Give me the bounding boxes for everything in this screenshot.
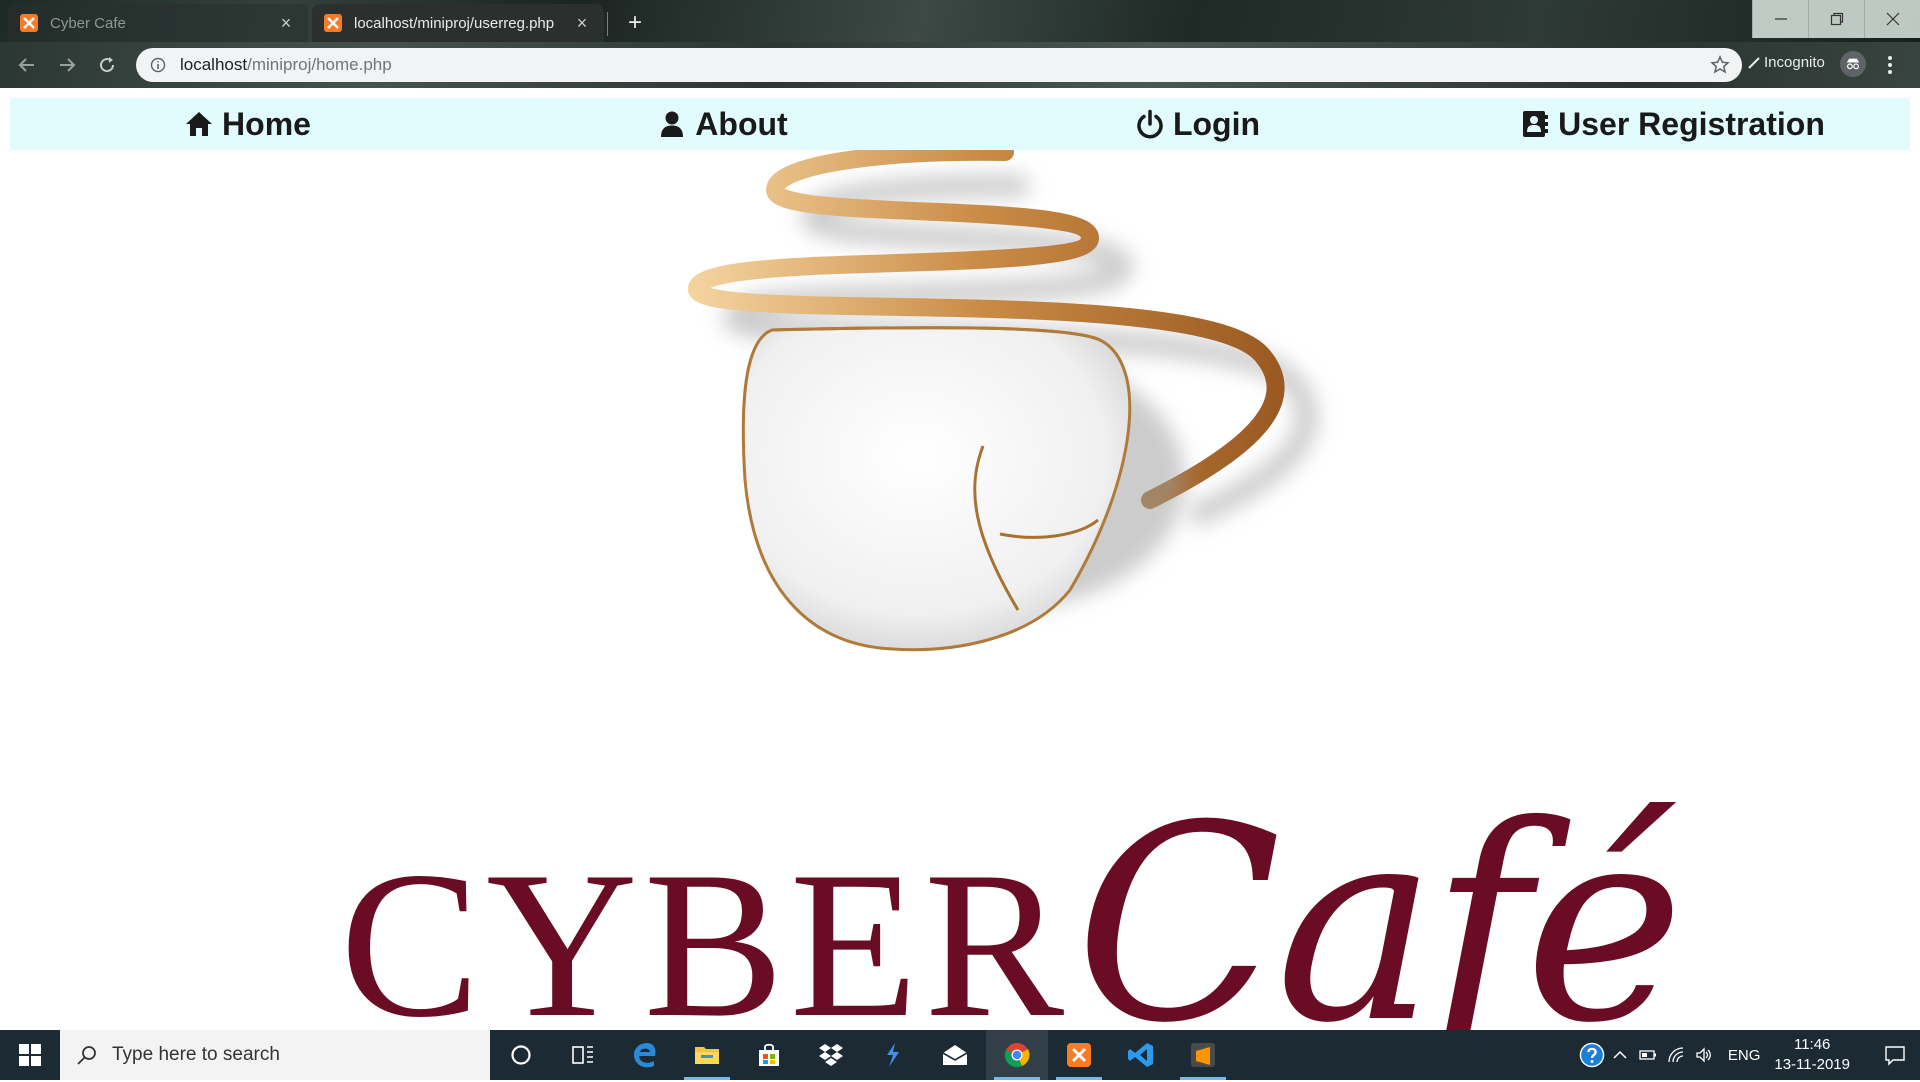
- home-icon: [186, 112, 213, 136]
- task-view-button[interactable]: [552, 1030, 614, 1080]
- battery-icon: [1639, 1050, 1656, 1060]
- wifi-icon: [1668, 1047, 1683, 1063]
- clock-time: 11:46: [1793, 1036, 1831, 1053]
- arrow-right-icon: [60, 58, 76, 72]
- taskbar-clock[interactable]: 11:46 13-11-2019: [1774, 1035, 1850, 1075]
- xampp-icon: [20, 14, 38, 32]
- xampp-button[interactable]: [1048, 1030, 1110, 1080]
- tab-title: Cyber Cafe: [50, 14, 126, 32]
- nav-home-label: Home: [222, 105, 311, 142]
- cyber-cafe-logo: CYBER Café: [0, 150, 1920, 1060]
- contact-card-icon: [1523, 111, 1549, 137]
- nav-login-label: Login: [1172, 105, 1261, 142]
- notification-icon: [1885, 1046, 1905, 1066]
- windows-taskbar: Type here to search ENG 11:46 13-11-2019: [0, 1030, 1920, 1080]
- file-explorer-icon: [695, 1047, 719, 1064]
- incognito-label: Incognito: [1764, 54, 1825, 71]
- windows-logo-icon: [19, 1044, 41, 1066]
- volume-button[interactable]: [1690, 1030, 1718, 1080]
- search-icon: [77, 1046, 96, 1065]
- speaker-icon: [1696, 1047, 1711, 1063]
- vscode-button[interactable]: [1110, 1030, 1172, 1080]
- close-window-button[interactable]: [1864, 0, 1920, 38]
- search-placeholder: Type here to search: [112, 1044, 280, 1065]
- battery-button[interactable]: [1634, 1030, 1662, 1080]
- minimize-button[interactable]: [1752, 0, 1808, 38]
- bookmark-star-icon[interactable]: [1710, 55, 1730, 75]
- close-icon[interactable]: ×: [572, 13, 592, 34]
- chrome-button[interactable]: [986, 1030, 1048, 1080]
- help-button[interactable]: [1578, 1030, 1606, 1080]
- incognito-hat-icon: [1748, 56, 1760, 69]
- taskbar-search-input[interactable]: Type here to search: [60, 1030, 490, 1080]
- nav-login-link[interactable]: Login: [960, 98, 1435, 150]
- new-tab-button[interactable]: +: [620, 8, 650, 38]
- vscode-icon: [1128, 1043, 1153, 1067]
- restore-button[interactable]: [1808, 0, 1864, 38]
- nav-home-link[interactable]: Home: [10, 98, 485, 150]
- chrome-icon: [1004, 1043, 1030, 1068]
- xampp-icon: [1067, 1043, 1091, 1067]
- minimize-icon: [1774, 18, 1787, 20]
- menu-dots-icon[interactable]: [1880, 52, 1900, 78]
- dropbox-button[interactable]: [800, 1030, 862, 1080]
- browser-toolbar: localhost/miniproj/home.php Incognito: [0, 42, 1920, 88]
- nav-about-label: About: [695, 105, 788, 142]
- tab-title: localhost/miniproj/userreg.php: [354, 14, 555, 32]
- browser-tab-strip: Cyber Cafe × localhost/miniproj/userreg.…: [0, 0, 1920, 42]
- sublime-icon: [1191, 1043, 1215, 1067]
- visual-studio-icon: [887, 1043, 899, 1067]
- back-button[interactable]: [12, 50, 42, 80]
- power-icon: [1137, 109, 1163, 139]
- network-button[interactable]: [1662, 1030, 1690, 1080]
- browser-tab-userreg[interactable]: localhost/miniproj/userreg.php ×: [312, 4, 604, 42]
- edge-button[interactable]: [614, 1030, 676, 1080]
- url-host: localhost: [180, 55, 248, 74]
- clock-date: 13-11-2019: [1774, 1056, 1850, 1073]
- task-view-icon: [572, 1046, 593, 1064]
- tab-separator: [607, 12, 608, 36]
- nav-user-registration-label: User Registration: [1558, 105, 1825, 142]
- dropbox-icon: [819, 1044, 843, 1066]
- help-icon: [1579, 1042, 1605, 1068]
- restore-icon: [1830, 12, 1843, 26]
- show-hidden-icons-button[interactable]: [1606, 1030, 1634, 1080]
- reload-icon: [100, 57, 115, 73]
- address-bar[interactable]: localhost/miniproj/home.php: [136, 48, 1742, 82]
- incognito-avatar-icon[interactable]: [1840, 51, 1866, 77]
- chevron-up-icon: [1613, 1050, 1627, 1059]
- input-language[interactable]: ENG: [1728, 1047, 1761, 1064]
- url-path: /miniproj/home.php: [247, 55, 392, 74]
- site-nav: Home About Login User Registration: [10, 98, 1910, 150]
- mail-icon: [942, 1045, 968, 1065]
- store-button[interactable]: [738, 1030, 800, 1080]
- start-button[interactable]: [0, 1030, 60, 1080]
- window-controls: [1752, 0, 1920, 38]
- nav-user-registration-link[interactable]: User Registration: [1435, 98, 1910, 150]
- cortana-icon: [511, 1045, 531, 1065]
- arrow-left-icon: [18, 58, 34, 72]
- user-icon: [661, 111, 684, 137]
- cortana-button[interactable]: [490, 1030, 552, 1080]
- file-explorer-button[interactable]: [676, 1030, 738, 1080]
- forward-button[interactable]: [52, 50, 82, 80]
- close-icon[interactable]: ×: [276, 13, 296, 34]
- logo-word-cyber: CYBER: [340, 829, 1071, 1061]
- edge-icon: [634, 1043, 656, 1068]
- mail-button[interactable]: [924, 1030, 986, 1080]
- logo-word-cafe: Café: [1075, 767, 1684, 1082]
- xampp-icon: [324, 14, 342, 32]
- visual-studio-button[interactable]: [862, 1030, 924, 1080]
- info-icon[interactable]: [150, 57, 166, 73]
- action-center-button[interactable]: [1870, 1030, 1920, 1080]
- reload-button[interactable]: [92, 50, 122, 80]
- system-tray: ENG 11:46 13-11-2019: [1578, 1030, 1920, 1080]
- close-icon: [1886, 12, 1899, 26]
- sublime-button[interactable]: [1172, 1030, 1234, 1080]
- browser-tab-cyber-cafe[interactable]: Cyber Cafe ×: [8, 4, 308, 42]
- incognito-indicator: Incognito: [1748, 54, 1825, 71]
- nav-about-link[interactable]: About: [485, 98, 960, 150]
- store-icon: [759, 1043, 779, 1066]
